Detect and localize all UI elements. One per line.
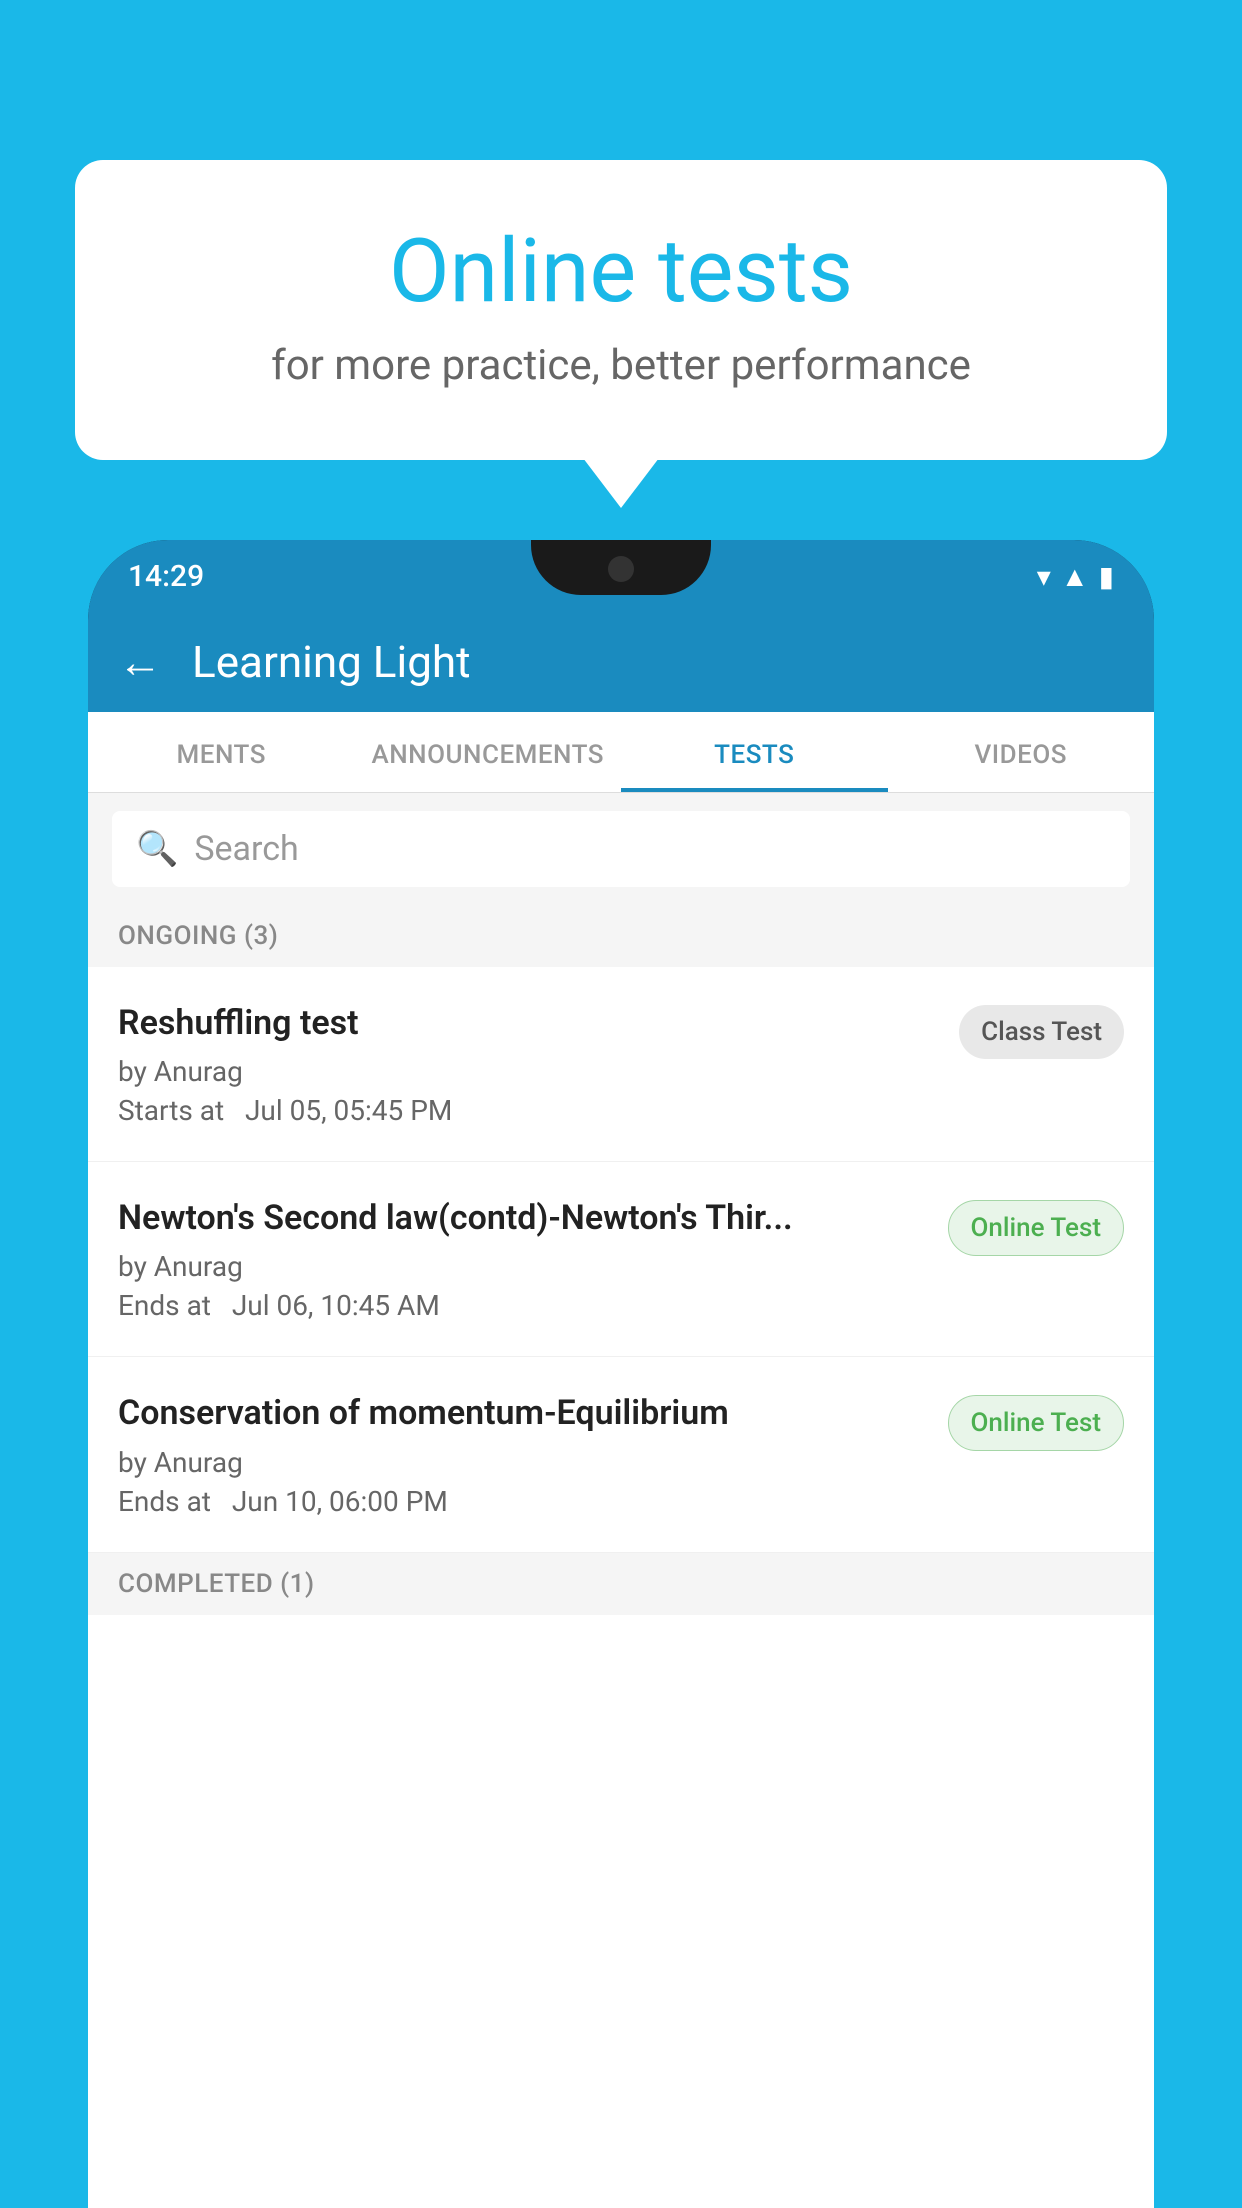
status-time: 14:29 bbox=[128, 559, 204, 594]
test-info: Conservation of momentum-Equilibrium by … bbox=[118, 1391, 948, 1517]
class-test-badge: Class Test bbox=[959, 1005, 1124, 1059]
tab-tests[interactable]: TESTS bbox=[621, 712, 888, 792]
search-container: 🔍 Search bbox=[88, 793, 1154, 905]
app-title: Learning Light bbox=[192, 636, 471, 688]
status-icons: ▾ ▲ ▮ bbox=[1037, 560, 1114, 593]
test-time: Ends at Jun 10, 06:00 PM bbox=[118, 1485, 928, 1518]
test-title: Reshuffling test bbox=[118, 1001, 939, 1045]
ongoing-section-label: ONGOING (3) bbox=[88, 905, 1154, 967]
test-author: by Anurag bbox=[118, 1250, 928, 1283]
completed-section-label: COMPLETED (1) bbox=[88, 1553, 1154, 1615]
search-icon: 🔍 bbox=[136, 829, 178, 869]
signal-icon: ▲ bbox=[1061, 560, 1089, 593]
tab-videos[interactable]: VIDEOS bbox=[888, 712, 1155, 792]
tab-announcements[interactable]: ANNOUNCEMENTS bbox=[355, 712, 622, 792]
search-input[interactable]: Search bbox=[194, 829, 298, 869]
battery-icon: ▮ bbox=[1099, 560, 1114, 593]
test-info: Newton's Second law(contd)-Newton's Thir… bbox=[118, 1196, 948, 1322]
camera bbox=[608, 556, 634, 582]
speech-bubble-subtitle: for more practice, better performance bbox=[125, 341, 1117, 390]
test-item[interactable]: Conservation of momentum-Equilibrium by … bbox=[88, 1357, 1154, 1552]
test-title: Conservation of momentum-Equilibrium bbox=[118, 1391, 928, 1435]
app-header: ← Learning Light bbox=[88, 612, 1154, 712]
test-item[interactable]: Reshuffling test by Anurag Starts at Jul… bbox=[88, 967, 1154, 1162]
test-title: Newton's Second law(contd)-Newton's Thir… bbox=[118, 1196, 928, 1240]
phone-frame: 14:29 ▾ ▲ ▮ ← Learning Light MENTS ANNOU… bbox=[88, 540, 1154, 2208]
test-author: by Anurag bbox=[118, 1446, 928, 1479]
test-list: Reshuffling test by Anurag Starts at Jul… bbox=[88, 967, 1154, 1553]
search-bar[interactable]: 🔍 Search bbox=[112, 811, 1130, 887]
test-info: Reshuffling test by Anurag Starts at Jul… bbox=[118, 1001, 959, 1127]
phone-screen: MENTS ANNOUNCEMENTS TESTS VIDEOS 🔍 Searc… bbox=[88, 712, 1154, 2208]
speech-bubble-title: Online tests bbox=[125, 220, 1117, 323]
wifi-icon: ▾ bbox=[1037, 560, 1051, 593]
phone-notch bbox=[531, 540, 711, 595]
tab-ments[interactable]: MENTS bbox=[88, 712, 355, 792]
tab-bar: MENTS ANNOUNCEMENTS TESTS VIDEOS bbox=[88, 712, 1154, 793]
online-test-badge: Online Test bbox=[948, 1200, 1125, 1256]
online-test-badge: Online Test bbox=[948, 1395, 1125, 1451]
back-arrow-icon[interactable]: ← bbox=[118, 636, 162, 688]
status-bar: 14:29 ▾ ▲ ▮ bbox=[88, 540, 1154, 612]
test-item[interactable]: Newton's Second law(contd)-Newton's Thir… bbox=[88, 1162, 1154, 1357]
test-time: Starts at Jul 05, 05:45 PM bbox=[118, 1094, 939, 1127]
test-author: by Anurag bbox=[118, 1055, 939, 1088]
speech-bubble: Online tests for more practice, better p… bbox=[75, 160, 1167, 460]
test-time: Ends at Jul 06, 10:45 AM bbox=[118, 1289, 928, 1322]
